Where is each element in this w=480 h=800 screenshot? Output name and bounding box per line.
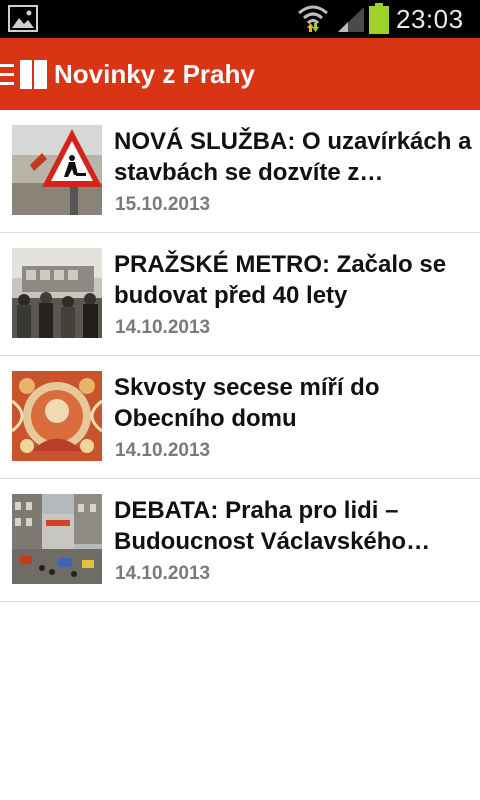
list-item[interactable]: DEBATA: Praha pro lidi – Budoucnost Václ… bbox=[0, 479, 480, 602]
status-bar: 23:03 bbox=[0, 0, 480, 38]
square-street-thumbnail bbox=[12, 494, 102, 584]
gallery-icon bbox=[8, 5, 38, 32]
menu-icon[interactable] bbox=[0, 60, 50, 90]
app-bar: Novinky z Prahy bbox=[0, 38, 480, 110]
article-headline: PRAŽSKÉ METRO: Začalo se budovat před 40… bbox=[114, 251, 447, 309]
roadwork-sign-thumbnail bbox=[12, 125, 102, 215]
crowd-tram-thumbnail bbox=[12, 248, 102, 338]
status-clock: 23:03 bbox=[396, 4, 464, 34]
article-date: 15.10.2013 bbox=[115, 194, 211, 215]
art-nouveau-thumbnail bbox=[12, 371, 102, 461]
list-item[interactable]: NOVÁ SLUŽBA: O uzavírkách a stavbách se … bbox=[0, 110, 480, 233]
article-date: 14.10.2013 bbox=[115, 317, 211, 338]
article-date: 14.10.2013 bbox=[115, 563, 211, 584]
signal-icon bbox=[338, 7, 364, 32]
list-item[interactable]: Skvosty secese míří do Obecního domu 14.… bbox=[0, 356, 480, 479]
article-headline: DEBATA: Praha pro lidi – Budoucnost Václ… bbox=[114, 497, 431, 555]
article-list: NOVÁ SLUŽBA: O uzavírkách a stavbách se … bbox=[0, 110, 480, 602]
wifi-icon bbox=[298, 5, 328, 32]
article-date: 14.10.2013 bbox=[115, 440, 211, 461]
page-title: Novinky z Prahy bbox=[54, 59, 255, 89]
article-headline: Skvosty secese míří do Obecního domu bbox=[114, 374, 380, 432]
battery-icon bbox=[369, 3, 389, 34]
list-item[interactable]: PRAŽSKÉ METRO: Začalo se budovat před 40… bbox=[0, 233, 480, 356]
article-headline: NOVÁ SLUŽBA: O uzavírkách a stavbách se … bbox=[114, 128, 472, 186]
